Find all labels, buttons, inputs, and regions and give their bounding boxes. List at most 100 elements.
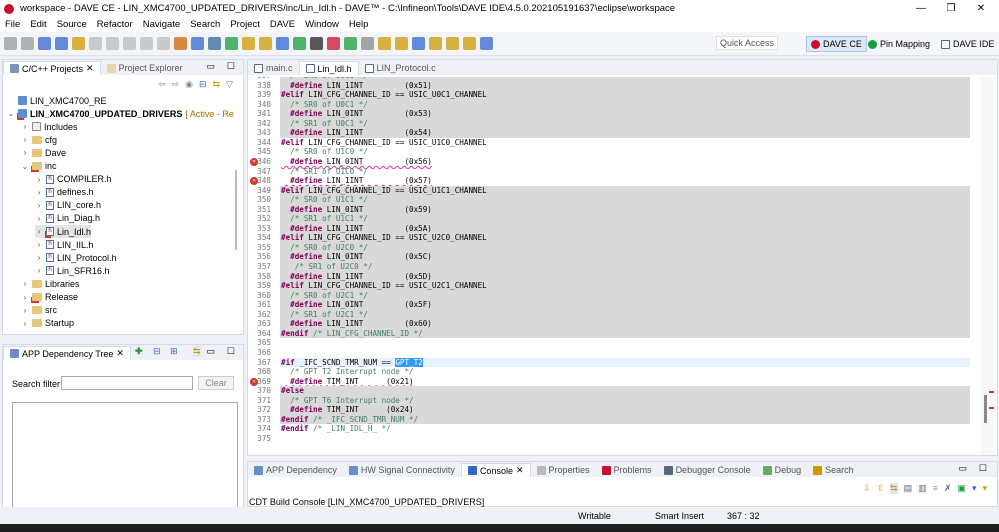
toolbar-button-icon[interactable] <box>259 37 272 50</box>
tab-console[interactable]: Console ✕ <box>460 463 531 477</box>
maximize-icon[interactable]: ☐ <box>227 61 235 72</box>
word-wrap-icon[interactable]: ≡ <box>933 483 938 494</box>
close-button[interactable]: ✕ <box>966 0 996 17</box>
toolbar-button-icon[interactable] <box>123 37 136 50</box>
chevron-right-icon[interactable]: › <box>35 253 43 262</box>
editor-tab-lin-idl-h[interactable]: Lin_Idl.h <box>298 61 359 75</box>
view-menu-icon[interactable]: ▽ <box>226 79 233 90</box>
toolbar-button-icon[interactable] <box>191 37 204 50</box>
close-tab-icon[interactable]: ✕ <box>86 63 94 74</box>
display-console-icon[interactable]: ▣ <box>957 483 966 494</box>
chevron-right-icon[interactable]: › <box>21 279 29 288</box>
chevron-right-icon[interactable]: › <box>21 306 29 315</box>
tree-item[interactable]: › h LIN_core.h <box>35 199 101 212</box>
close-tab-icon[interactable]: ✕ <box>516 465 524 476</box>
overview-ruler[interactable] <box>981 77 995 455</box>
tab-cpp-projects[interactable]: C/C++ Projects ✕ <box>3 61 101 75</box>
minimize-icon[interactable]: ▭ <box>958 463 967 474</box>
scroll-up-icon[interactable]: ⇧ <box>876 483 884 494</box>
menu-dave[interactable]: DAVE <box>265 19 300 30</box>
collapse-all-icon[interactable]: ⊟ <box>199 79 207 90</box>
toolbar-button-icon[interactable] <box>480 37 493 50</box>
new-console-icon[interactable]: ▾ <box>982 483 987 494</box>
remove-console-icon[interactable]: ✗ <box>944 483 952 494</box>
tree-item[interactable]: › Dave <box>21 146 66 159</box>
toolbar-button-icon[interactable] <box>140 37 153 50</box>
editor-scrollbar-thumb[interactable] <box>984 395 987 423</box>
toolbar-button-icon[interactable] <box>208 37 221 50</box>
error-marker[interactable] <box>989 391 994 393</box>
editor-tab-lin-protocol-c[interactable]: LIN_Protocol.c <box>359 61 442 75</box>
search-filter-input[interactable] <box>61 376 193 390</box>
tree-item[interactable]: › cfg <box>21 133 57 146</box>
tree-item[interactable]: › Startup <box>21 317 74 330</box>
toolbar-button-icon[interactable] <box>310 37 323 50</box>
chevron-right-icon[interactable]: › <box>35 188 43 197</box>
forward-icon[interactable]: ⇨ <box>172 79 180 90</box>
code-area[interactable]: 337 /* SR1 of U0C0 */338 #define LIN_1IN… <box>248 77 979 455</box>
chevron-right-icon[interactable]: › <box>35 266 43 275</box>
minimize-button[interactable]: — <box>906 0 936 17</box>
scroll-lock-icon[interactable]: ⇆ <box>890 483 898 494</box>
chevron-right-icon[interactable]: › <box>35 175 43 184</box>
toolbar-button-icon[interactable] <box>157 37 170 50</box>
toolbar-button-icon[interactable] <box>361 37 374 50</box>
menu-search[interactable]: Search <box>185 19 225 30</box>
minimize-icon[interactable]: ▭ <box>206 61 215 72</box>
error-icon[interactable]: ✕ <box>250 157 258 166</box>
quick-access-input[interactable]: Quick Access <box>716 36 779 50</box>
add-icon[interactable]: ✚ <box>135 346 143 357</box>
menu-project[interactable]: Project <box>225 19 265 30</box>
error-icon[interactable]: ✕ <box>250 177 258 186</box>
tree-item[interactable]: › h Lin_SFR16.h <box>35 264 110 277</box>
toolbar-button-icon[interactable] <box>242 37 255 50</box>
maximize-icon[interactable]: ☐ <box>979 463 987 474</box>
error-icon[interactable]: ✕ <box>250 377 258 386</box>
toolbar-button-icon[interactable] <box>21 37 34 50</box>
error-marker[interactable] <box>989 407 994 409</box>
chevron-down-icon[interactable]: ⌄ <box>7 109 15 118</box>
open-console-icon[interactable]: ▾ <box>972 483 977 494</box>
tab-hw-signal-connectivity[interactable]: HW Signal Connectivity <box>343 463 461 477</box>
editor-tab-main-c[interactable]: main.c <box>248 61 299 75</box>
menu-window[interactable]: Window <box>300 19 344 30</box>
toolbar-button-icon[interactable] <box>412 37 425 50</box>
toolbar-button-icon[interactable] <box>395 37 408 50</box>
clear-button[interactable]: Clear <box>198 376 234 390</box>
perspective-dave-ide[interactable]: DAVE IDE <box>937 36 998 52</box>
tree-item[interactable]: LIN_XMC4700_RE <box>7 94 107 107</box>
app-tree-view[interactable] <box>12 402 238 511</box>
tab-debug[interactable]: Debug <box>757 463 808 477</box>
tab-app-dependency-tree[interactable]: APP Dependency Tree ✕ <box>3 346 131 360</box>
chevron-right-icon[interactable]: › <box>35 214 43 223</box>
tree-item[interactable]: › Release <box>21 291 78 304</box>
toolbar-button-icon[interactable] <box>293 37 306 50</box>
tree-item[interactable]: › h LIN_IIL.h <box>35 238 94 251</box>
tree-item[interactable]: ⌄ inc <box>21 160 57 173</box>
tree-item[interactable]: › h Lin_Idl.h <box>35 225 92 238</box>
toolbar-button-icon[interactable] <box>344 37 357 50</box>
toolbar-button-icon[interactable] <box>174 37 187 50</box>
chevron-right-icon[interactable]: › <box>35 227 43 236</box>
menu-navigate[interactable]: Navigate <box>138 19 186 30</box>
back-icon[interactable]: ⇦ <box>158 79 166 90</box>
tab-project-explorer[interactable]: Project Explorer <box>101 61 189 75</box>
chevron-right-icon[interactable]: › <box>21 148 29 157</box>
menu-file[interactable]: File <box>0 19 25 30</box>
menu-edit[interactable]: Edit <box>25 19 51 30</box>
home-icon[interactable]: ◉ <box>185 79 193 90</box>
chevron-right-icon[interactable]: › <box>35 240 43 249</box>
link-icon[interactable]: ⇆ <box>193 346 201 357</box>
toolbar-button-icon[interactable] <box>89 37 102 50</box>
menu-refactor[interactable]: Refactor <box>92 19 138 30</box>
collapse-icon[interactable]: ⊟ <box>153 346 161 357</box>
chevron-right-icon[interactable]: › <box>21 319 29 328</box>
tab-debugger-console[interactable]: Debugger Console <box>658 463 757 477</box>
chevron-right-icon[interactable]: › <box>35 201 43 210</box>
tab-app-dependency[interactable]: APP Dependency <box>248 463 343 477</box>
toolbar-button-icon[interactable] <box>446 37 459 50</box>
toolbar-button-icon[interactable] <box>378 37 391 50</box>
tab-properties[interactable]: Properties <box>531 463 596 477</box>
chevron-down-icon[interactable]: ⌄ <box>21 162 29 171</box>
tree-item[interactable]: › Libraries <box>21 277 80 290</box>
